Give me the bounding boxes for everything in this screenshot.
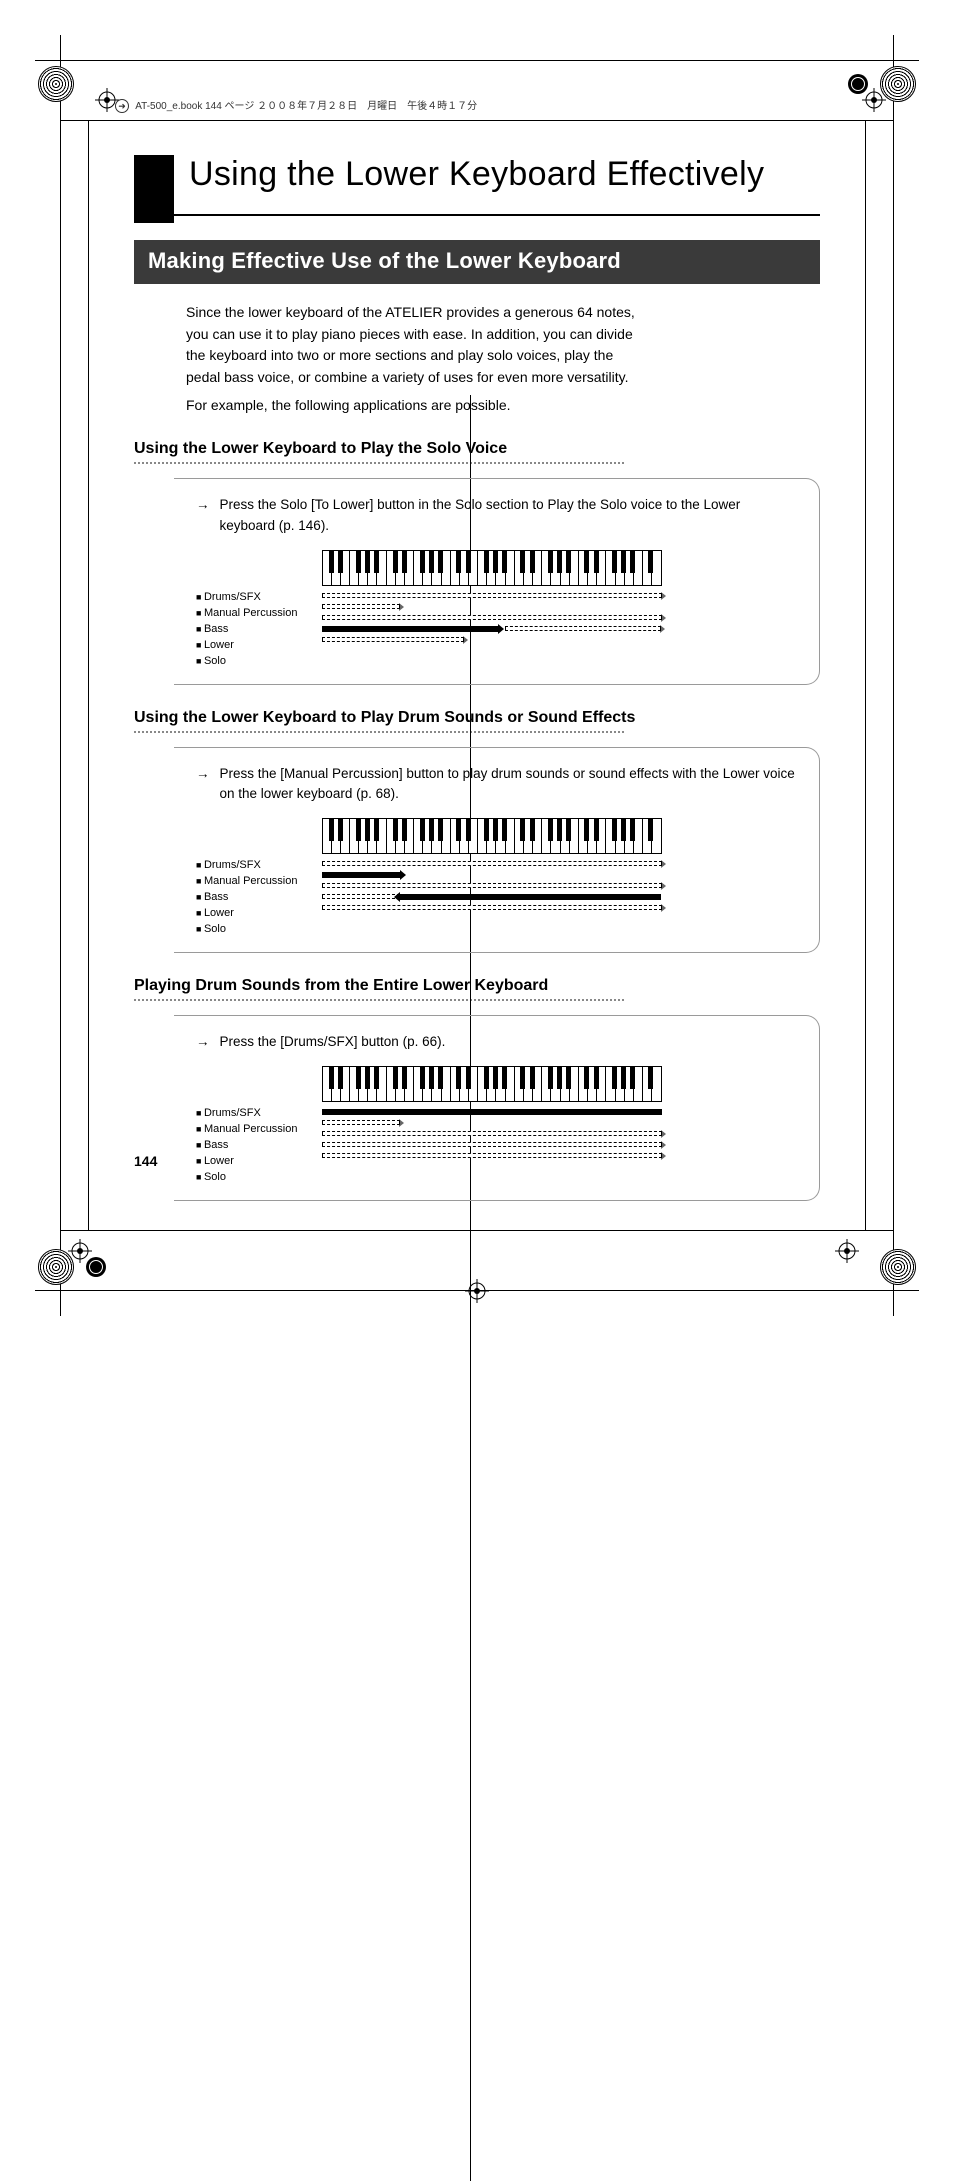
arrow-icon: → — [196, 1032, 210, 1052]
registration-mark-icon — [862, 88, 886, 112]
crop-frame-right — [893, 35, 894, 1316]
keyboard-diagram — [322, 818, 662, 854]
legend-item: Manual Percussion — [196, 1122, 298, 1138]
diagram-legend: Drums/SFXManual PercussionBassLowerSolo — [196, 590, 298, 670]
range-bars — [322, 1108, 662, 1160]
intro-text: Since the lower keyboard of the ATELIER … — [186, 302, 636, 416]
step-text: Press the [Manual Percussion] button to … — [220, 764, 800, 805]
dotted-rule — [134, 731, 624, 733]
print-disc-icon — [880, 1249, 916, 1285]
subsection-heading: Playing Drum Sounds from the Entire Lowe… — [134, 977, 820, 995]
intro-paragraph: For example, the following applications … — [186, 395, 636, 417]
page-header: ➜ AT-500_e.book 144 ページ ２００８年７月２８日 月曜日 午… — [115, 97, 477, 113]
legend-item: Manual Percussion — [196, 606, 298, 622]
keyboard-diagram-group: Drums/SFXManual PercussionBassLowerSolo — [196, 818, 799, 938]
callout-box: → Press the Solo [To Lower] button in the… — [164, 478, 820, 684]
registration-mark-icon — [465, 1279, 489, 1303]
inner-frame-bottom — [60, 1230, 894, 1231]
registration-mark-icon — [68, 1239, 92, 1263]
registration-mark-icon — [835, 1239, 859, 1263]
subsection-heading: Using the Lower Keyboard to Play Drum So… — [134, 709, 820, 727]
callout-box: → Press the [Drums/SFX] button (p. 66). Dr… — [164, 1015, 820, 1201]
callout-box: → Press the [Manual Percussion] button to… — [164, 747, 820, 953]
keyboard-diagram-group: Drums/SFXManual PercussionBassLowerSolo — [196, 550, 799, 670]
arrow-icon: → — [196, 495, 210, 515]
intro-paragraph: Since the lower keyboard of the ATELIER … — [186, 302, 636, 389]
chapter-rule — [134, 214, 820, 216]
range-bars — [322, 592, 662, 644]
print-disc-icon — [38, 66, 74, 102]
legend-item: Bass — [196, 890, 298, 906]
diagram-visual — [322, 1066, 800, 1163]
keyboard-diagram — [322, 1066, 662, 1102]
legend-item: Drums/SFX — [196, 1106, 298, 1122]
header-text: AT-500_e.book 144 ページ ２００８年７月２８日 月曜日 午後４… — [135, 101, 477, 112]
inner-frame-right — [865, 120, 866, 1231]
section-heading: Making Effective Use of the Lower Keyboa… — [134, 240, 820, 284]
diagram-legend: Drums/SFXManual PercussionBassLowerSolo — [196, 1106, 298, 1186]
inner-frame-top — [60, 120, 894, 121]
range-bars — [322, 860, 662, 912]
chapter-title: Using the Lower Keyboard Effectively — [189, 155, 820, 194]
page-number: 144 — [134, 1153, 157, 1169]
legend-item: Bass — [196, 1138, 298, 1154]
subsection-heading: Using the Lower Keyboard to Play the Sol… — [134, 440, 820, 458]
legend-item: Manual Percussion — [196, 874, 298, 890]
step-text: Press the [Drums/SFX] button (p. 66). — [220, 1032, 446, 1052]
keyboard-diagram-group: Drums/SFXManual PercussionBassLowerSolo — [196, 1066, 799, 1186]
legend-item: Solo — [196, 654, 298, 670]
dotted-rule — [134, 999, 624, 1001]
arrow-icon: → — [196, 764, 210, 784]
legend-item: Solo — [196, 922, 298, 938]
page-content: Using the Lower Keyboard Effectively Mak… — [134, 155, 820, 1211]
step-text: Press the Solo [To Lower] button in the … — [220, 495, 800, 536]
step-line: → Press the Solo [To Lower] button in the… — [196, 495, 799, 536]
crop-frame-top — [35, 60, 919, 61]
legend-item: Drums/SFX — [196, 590, 298, 606]
legend-item: Drums/SFX — [196, 858, 298, 874]
header-arrow-icon: ➜ — [115, 99, 129, 113]
keyboard-diagram — [322, 550, 662, 586]
legend-item: Solo — [196, 1170, 298, 1186]
legend-item: Lower — [196, 906, 298, 922]
step-line: → Press the [Manual Percussion] button to… — [196, 764, 799, 805]
dotted-rule — [134, 462, 624, 464]
diagram-legend: Drums/SFXManual PercussionBassLowerSolo — [196, 858, 298, 938]
legend-item: Lower — [196, 1154, 298, 1170]
diagram-visual — [322, 818, 800, 915]
chapter-tab — [134, 155, 174, 223]
step-line: → Press the [Drums/SFX] button (p. 66). — [196, 1032, 799, 1052]
legend-item: Bass — [196, 622, 298, 638]
legend-item: Lower — [196, 638, 298, 654]
crop-frame-left — [60, 35, 61, 1316]
diagram-visual — [322, 550, 800, 647]
inner-frame-left — [88, 120, 89, 1231]
